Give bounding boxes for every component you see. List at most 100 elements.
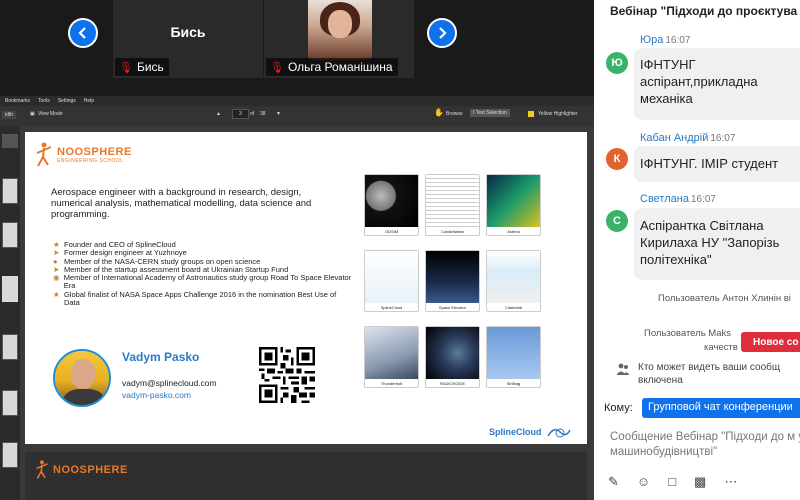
chat-panel: Вебінар "Підходи до проєктува Юра 16:07 Ю… — [594, 0, 800, 500]
page-number-input[interactable]: 3 — [232, 109, 249, 119]
bullet-item: ◉ Member of International Academy of Astr… — [53, 273, 352, 291]
message-input[interactable]: Сообщение Вебінар "Підходи до м у машино… — [610, 430, 800, 460]
satellite-icon: ◉ — [53, 273, 60, 283]
menu-tools[interactable]: Tools — [38, 98, 50, 104]
system-message: Пользователь Maks — [644, 328, 731, 339]
speaker-avatar — [53, 349, 111, 407]
mic-muted-icon: 🎙︎ — [270, 61, 284, 74]
people-icon — [616, 363, 630, 375]
bio-description: Aerospace engineer with a background in … — [51, 187, 312, 220]
speaker-website: vadym-pasko.com — [122, 390, 191, 400]
message-bubble[interactable]: ІФНТУНГ аспірант,прикладна механіка — [634, 48, 800, 120]
logo-subtitle: ENGINEERING SCHOOL — [57, 158, 124, 164]
splinecloud-logo-icon — [546, 428, 571, 438]
message-bubble[interactable]: Аспірантка Світлана Кирилаха НУ "Запоріз… — [634, 208, 800, 280]
video-area: Бись 🎙︎ Бись 🎙︎ Ольга Романішина Bookmar… — [0, 0, 594, 500]
participant-name: Ольга Романішина — [287, 60, 393, 74]
format-icon[interactable]: ✎ — [608, 474, 619, 490]
participant-name-large: Бись — [170, 24, 206, 40]
thumb-page-current[interactable] — [2, 276, 18, 302]
privacy-line-2: включена — [638, 375, 683, 386]
noosphere-logo: NOOSPHERE — [35, 460, 128, 480]
message-sender: Юра 16:07 — [640, 34, 691, 46]
project-card: SplineCloud — [364, 250, 419, 312]
thumb-page[interactable] — [2, 334, 18, 360]
project-card: Asteria — [486, 174, 541, 236]
project-card: ODSIM — [364, 174, 419, 236]
project-card: Clarkelab — [486, 250, 541, 312]
hand-icon[interactable]: ✋ — [434, 108, 444, 117]
splinecloud-brand: SplineCloud — [489, 424, 572, 440]
project-card: Space Elevator — [425, 250, 480, 312]
privacy-line-1: Кто может видеть ваши сообщ — [638, 362, 781, 373]
bullet-item: ★ Global finalist of NASA Space Apps Chal… — [53, 289, 337, 308]
project-card: Thunderbolt — [364, 326, 419, 388]
participant-label: 🎙︎ Ольга Романішина — [266, 58, 398, 76]
pdf-menubar: Bookmarks Tools Settings Help — [0, 96, 594, 106]
page-down-icon[interactable]: ▼ — [276, 111, 281, 117]
menu-settings[interactable]: Settings — [58, 98, 76, 104]
project-card: Constellation — [425, 174, 480, 236]
avatar: К — [606, 148, 628, 170]
chat-title: Вебінар "Підходи до проєктува — [610, 4, 798, 18]
highlighter-icon[interactable] — [528, 111, 534, 117]
project-card: Strilbag — [486, 326, 541, 388]
more-icon[interactable]: ⋯ — [724, 474, 737, 490]
thumb-page[interactable] — [2, 178, 18, 204]
chat-toolbar: ✎ ☺ □ ▩ ⋯ — [608, 474, 737, 490]
thumb-page[interactable] — [2, 442, 18, 468]
system-message: качеств — [704, 342, 738, 353]
view-mode-button[interactable]: View Mode — [38, 111, 63, 117]
menu-bookmarks[interactable]: Bookmarks — [5, 98, 30, 104]
mic-muted-icon: 🎙︎ — [119, 61, 133, 74]
to-label: Кому: — [604, 402, 633, 414]
avatar: С — [606, 210, 628, 232]
file-icon[interactable]: □ — [668, 474, 676, 490]
logo-name: NOOSPHERE — [57, 146, 132, 158]
view-mode-icon[interactable]: ▣ — [30, 111, 35, 117]
trophy-icon: ★ — [53, 289, 60, 299]
message-sender: Светлана 16:07 — [640, 193, 716, 205]
participant-label: 🎙︎ Бись — [115, 58, 169, 76]
participant-video — [308, 0, 372, 60]
message-sender: Кабан Андрій 16:07 — [640, 132, 736, 144]
recipient-dropdown[interactable]: Групповой чат конференции — [642, 398, 800, 418]
text-cursor-icon: I — [473, 110, 475, 116]
thumb-page[interactable] — [2, 222, 18, 248]
thumb-page[interactable] — [2, 134, 18, 148]
next-page-button[interactable] — [427, 18, 457, 48]
brand-name: SplineCloud — [489, 427, 542, 437]
speaker-email: vadym@splinecloud.com — [122, 378, 217, 388]
chevron-left-icon — [78, 27, 86, 39]
message-bubble[interactable]: ІФНТУНГ. ІМІР студент — [634, 146, 800, 182]
page-total: 38 — [260, 111, 266, 117]
chevron-right-icon — [439, 27, 447, 39]
prev-page-button[interactable] — [68, 18, 98, 48]
participant-tile-bys[interactable]: Бись 🎙︎ Бись — [113, 0, 263, 78]
logo-name: NOOSPHERE — [53, 464, 128, 476]
page-thumbnails — [0, 126, 20, 500]
bio-bullets: ★ Founder and CEO of SplineCloud ➤ Former … — [53, 240, 353, 308]
participant-name: Бись — [136, 60, 164, 74]
text-selection-button[interactable]: I Text Selection — [470, 109, 510, 117]
text-selection-label: Text Selection — [475, 110, 507, 116]
slide-page: NOOSPHERE ENGINEERING SCHOOL Aerospace e… — [25, 132, 587, 444]
pdf-toolbar: idth ▣ View Mode ▲ 3 of 38 ▼ ✋ Browse I … — [0, 106, 594, 126]
next-slide-page: NOOSPHERE — [25, 452, 587, 500]
highlighter-button[interactable]: Yellow Highlighter — [538, 111, 578, 117]
participant-tile-olga[interactable]: 🎙︎ Ольга Романішина — [264, 0, 414, 78]
menu-help[interactable]: Help — [84, 98, 94, 104]
browse-button[interactable]: Browse — [446, 111, 463, 117]
page-up-icon[interactable]: ▲ — [216, 111, 221, 117]
project-card: RADIOSOIDE — [425, 326, 480, 388]
speaker-name: Vadym Pasko — [122, 350, 200, 364]
running-figure-icon — [36, 142, 52, 167]
emoji-icon[interactable]: ☺ — [637, 474, 650, 490]
new-messages-button[interactable]: Новое со — [741, 332, 800, 352]
running-figure-icon — [36, 460, 48, 479]
screenshot-icon[interactable]: ▩ — [694, 474, 706, 490]
avatar: Ю — [606, 52, 628, 74]
thumb-page[interactable] — [2, 390, 18, 416]
noosphere-logo: NOOSPHERE ENGINEERING SCHOOL — [35, 142, 132, 168]
zoom-select[interactable]: idth — [2, 111, 17, 119]
